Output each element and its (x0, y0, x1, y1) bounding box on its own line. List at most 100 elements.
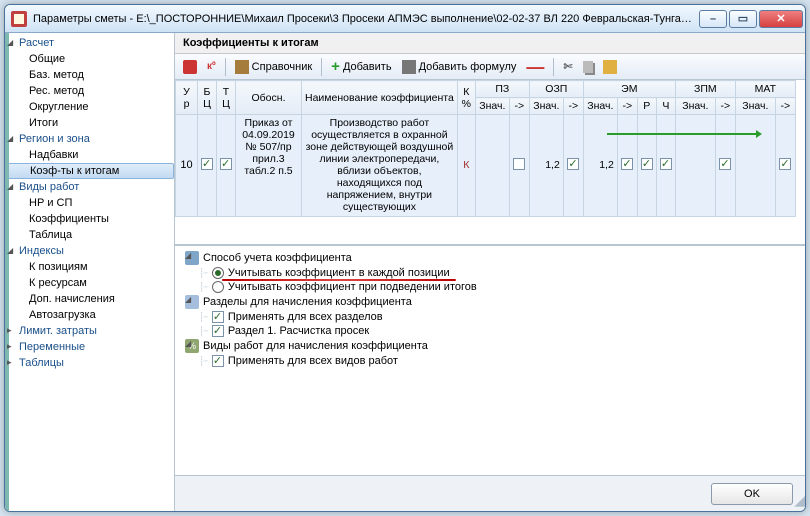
tb-copy[interactable] (579, 59, 597, 75)
sidebar-item[interactable]: К позициям (5, 259, 174, 275)
sidebar-item[interactable]: Переменные (5, 339, 174, 355)
th-zpm-znach[interactable]: Знач. (675, 98, 715, 115)
coefficient-table-wrap[interactable]: У р Б Ц Т Ц Обосн. Наименование коэффици… (175, 80, 805, 245)
cell-ur[interactable]: 10 (176, 115, 198, 217)
checkbox[interactable] (567, 158, 579, 170)
opt-check-section1[interactable]: ┊┈ Раздел 1. Расчистка просек (181, 324, 799, 338)
checkbox[interactable] (212, 355, 224, 367)
th-pz-znach[interactable]: Знач. (475, 98, 509, 115)
tb-reference[interactable]: Справочник (231, 58, 317, 76)
cell-mat-chk[interactable] (775, 115, 795, 217)
minimize-button[interactable]: – (699, 10, 727, 28)
sidebar-item[interactable]: Надбавки (5, 147, 174, 163)
cell-zpm-znach[interactable] (675, 115, 715, 217)
checkbox[interactable] (660, 158, 672, 170)
checkbox[interactable] (779, 158, 791, 170)
sidebar-item[interactable]: Индексы (5, 243, 174, 259)
opt-group-title[interactable]: ◢ % Виды работ для начисления коэффициен… (181, 338, 799, 354)
twisty-icon[interactable]: ◢ (185, 295, 191, 304)
opt-group-title[interactable]: ◢ Способ учета коэффициента (181, 250, 799, 266)
twisty-icon[interactable]: ◢ (185, 339, 191, 348)
radio[interactable] (212, 267, 224, 279)
th-b[interactable]: Б Ц (198, 81, 217, 115)
maximize-button[interactable]: ▭ (729, 10, 757, 28)
tb-paste[interactable] (599, 58, 621, 76)
th-k[interactable]: К % (457, 81, 475, 115)
th-zpm-arrow[interactable]: -> (715, 98, 735, 115)
cell-em-znach[interactable]: 1,2 (583, 115, 617, 217)
cell-em-chk[interactable] (617, 115, 637, 217)
th-obosn[interactable]: Обосн. (236, 81, 302, 115)
tb-k[interactable]: кº (203, 59, 220, 74)
opt-radio-on-totals[interactable]: ┊┈ Учитывать коэффициент при подведении … (181, 280, 799, 294)
tb-cut[interactable]: ✄ (559, 58, 576, 75)
th-mat-arrow[interactable]: -> (775, 98, 795, 115)
th-em-ch[interactable]: Ч (656, 98, 675, 115)
cell-pz-chk[interactable] (509, 115, 529, 217)
cell-em-ch[interactable] (656, 115, 675, 217)
th-zpm[interactable]: ЗПМ (675, 81, 735, 98)
checkbox-t[interactable] (220, 158, 232, 170)
cell-t[interactable] (217, 115, 236, 217)
th-pz[interactable]: ПЗ (475, 81, 529, 98)
opt-radio-each-position[interactable]: ┊┈ Учитывать коэффициент в каждой позици… (181, 266, 799, 280)
sidebar-item[interactable]: Рес. метод (5, 83, 174, 99)
options-panel[interactable]: ◢ Способ учета коэффициента ┊┈ Учитывать… (175, 245, 805, 475)
table-row[interactable]: 10 Приказ от 04.09.2019 № 507/пр прил.3 … (176, 115, 796, 217)
th-em-arrow[interactable]: -> (617, 98, 637, 115)
th-ozp-znach[interactable]: Знач. (529, 98, 563, 115)
tb-action1[interactable] (179, 58, 201, 76)
cell-pz-znach[interactable] (475, 115, 509, 217)
sidebar-item[interactable]: Коэффициенты (5, 211, 174, 227)
cell-ozp-chk[interactable] (563, 115, 583, 217)
checkbox-b[interactable] (201, 158, 213, 170)
sidebar-item[interactable]: Регион и зона (5, 131, 174, 147)
tb-remove[interactable]: — (522, 60, 548, 74)
resize-grip[interactable]: ◢ (794, 492, 801, 509)
sidebar-item[interactable]: Автозагрузка (5, 307, 174, 323)
sidebar-item[interactable]: Баз. метод (5, 67, 174, 83)
th-em[interactable]: ЭМ (583, 81, 675, 98)
cell-ozp-znach[interactable]: 1,2 (529, 115, 563, 217)
sidebar-item[interactable]: Расчет (5, 35, 174, 51)
sidebar-item[interactable]: Таблицы (5, 355, 174, 371)
cell-k[interactable]: К (457, 115, 475, 217)
close-button[interactable]: ✕ (759, 10, 803, 28)
checkbox[interactable] (641, 158, 653, 170)
sidebar-item-selected[interactable]: Коэф-ты к итогам (5, 163, 174, 179)
sidebar-item[interactable]: Общие (5, 51, 174, 67)
opt-group-title[interactable]: ◢ Разделы для начисления коэффициента (181, 294, 799, 310)
opt-check-all-work-types[interactable]: ┊┈ Применять для всех видов работ (181, 354, 799, 368)
th-ozp-arrow[interactable]: -> (563, 98, 583, 115)
sidebar-item[interactable]: Лимит. затраты (5, 323, 174, 339)
sidebar-item[interactable]: НР и СП (5, 195, 174, 211)
sidebar-item[interactable]: К ресурсам (5, 275, 174, 291)
th-ozp[interactable]: ОЗП (529, 81, 583, 98)
tb-add[interactable]: +Добавить (327, 59, 395, 75)
checkbox[interactable] (719, 158, 731, 170)
th-ur[interactable]: У р (176, 81, 198, 115)
checkbox[interactable] (621, 158, 633, 170)
cell-zpm-chk[interactable] (715, 115, 735, 217)
checkbox[interactable] (212, 311, 224, 323)
th-naim[interactable]: Наименование коэффициента (302, 81, 458, 115)
cell-b[interactable] (198, 115, 217, 217)
cell-obosn[interactable]: Приказ от 04.09.2019 № 507/пр прил.3 таб… (236, 115, 302, 217)
cell-em-r[interactable] (637, 115, 656, 217)
cell-naim[interactable]: Производство работ осуществляется в охра… (302, 115, 458, 217)
checkbox[interactable] (212, 325, 224, 337)
sidebar-item[interactable]: Округление (5, 99, 174, 115)
sidebar[interactable]: Расчет Общие Баз. метод Рес. метод Округ… (5, 33, 175, 511)
th-t[interactable]: Т Ц (217, 81, 236, 115)
radio[interactable] (212, 281, 224, 293)
th-pz-arrow[interactable]: -> (509, 98, 529, 115)
th-mat[interactable]: МАТ (735, 81, 795, 98)
sidebar-item[interactable]: Итоги (5, 115, 174, 131)
sidebar-item[interactable]: Доп. начисления (5, 291, 174, 307)
th-mat-znach[interactable]: Знач. (735, 98, 775, 115)
sidebar-item[interactable]: Таблица (5, 227, 174, 243)
sidebar-item[interactable]: Виды работ (5, 179, 174, 195)
checkbox[interactable] (513, 158, 525, 170)
tb-add-formula[interactable]: Добавить формулу (398, 58, 521, 76)
opt-check-all-sections[interactable]: ┊┈ Применять для всех разделов (181, 310, 799, 324)
